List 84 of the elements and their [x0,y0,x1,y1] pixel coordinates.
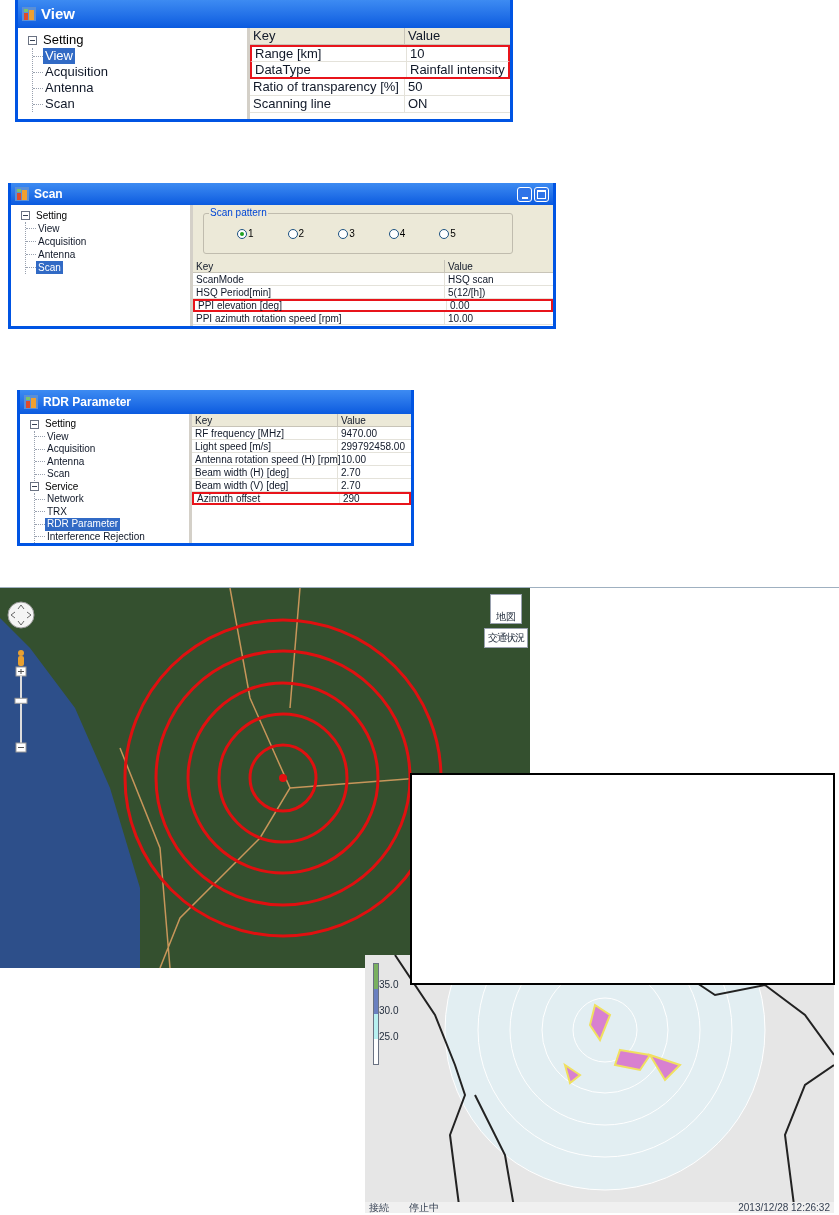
table-cell-text: Rainfall intensity [409,62,506,77]
tree-item[interactable]: Acquisition [45,443,98,456]
legend-label: 35.0 [379,979,399,991]
collapse-icon[interactable] [30,419,39,429]
table-cell-text: ON [407,96,429,112]
table-cell: Beam width (V) [deg] [192,479,338,491]
window-title: View [41,3,76,24]
table-cell: Scanning line [250,96,405,112]
table-cell: Light speed [m/s] [192,440,338,452]
tree-item[interactable]: Antenna [36,248,78,261]
timestamp: 2013/12/28 12:26:32 [738,1202,830,1213]
table-cell-text: 10.00 [447,312,475,324]
table-cell-text: 5(12/[h]) [447,286,487,298]
table-cell: Azimuth offset [194,494,340,503]
window-title: Scan [34,186,64,203]
zoom-in-button[interactable] [15,666,27,677]
table-cell: Beam width (H) [deg] [192,466,338,478]
column-header[interactable]: Key [250,28,405,44]
radio-option[interactable]: 1 [237,226,254,241]
status-text: 停止中 [409,1202,440,1213]
legend-label: 25.0 [379,1031,399,1043]
collapse-icon[interactable] [21,211,30,220]
zoom-slider-thumb[interactable] [14,697,28,704]
tree-item[interactable]: Acquisition [36,235,89,248]
group-label: Scan pattern [209,207,268,219]
zoom-out-button[interactable] [15,742,27,753]
table-cell: ScanMode [193,273,445,285]
table-cell-text: 10 [409,47,426,61]
column-header[interactable]: Value [338,414,411,426]
radio-option[interactable]: 5 [439,226,456,241]
map-type-button[interactable]: 地図 [490,594,522,624]
table-cell: Range [km] [252,47,407,61]
tree-item[interactable]: TRX [45,505,69,518]
tree-item[interactable]: View [45,430,71,443]
status-text: 接続 [369,1202,390,1213]
tree-item[interactable]: Antenna [43,80,96,96]
tree-item[interactable]: Setting [41,32,86,48]
legend-label: 30.0 [379,1005,399,1017]
table-cell: Ratio of transparency [%] [250,79,405,95]
tree-item[interactable]: View [43,48,75,64]
table-cell-text: 0.00 [449,301,471,310]
tree-item[interactable]: Scan [36,261,63,274]
traffic-button[interactable]: 交通状況 [484,628,528,648]
column-header[interactable]: Key [192,414,338,426]
tree-item[interactable]: Scan [45,468,72,481]
table-cell: HSQ Period[min] [193,286,445,298]
tree-item[interactable]: RDR Parameter [45,518,121,531]
app-icon [24,395,38,409]
table-cell-text: 9470.00 [340,427,379,439]
radio-option[interactable]: 2 [287,226,305,241]
table-cell: DataType [252,62,407,77]
tree-item[interactable]: Antenna [45,455,87,468]
maximize-icon[interactable] [534,186,549,202]
table-cell-text: 290 [342,494,361,503]
tree-item[interactable]: Setting [43,418,79,431]
tree-item[interactable]: View [36,222,62,235]
table-cell-text: HSQ scan [447,273,495,285]
radar-site-marker [279,774,287,782]
table-cell-text: 2.70 [340,466,362,478]
tree-item[interactable]: Setting [34,209,70,222]
table-cell: RF frequency [MHz] [192,427,338,439]
column-header[interactable]: Key [193,260,445,272]
table-cell: PPI azimuth rotation speed [rpm] [193,312,445,324]
window-title: RDR Parameter [43,394,133,411]
column-header[interactable]: Value [445,260,553,272]
collapse-icon[interactable] [28,35,37,45]
tree-item[interactable]: Interference Rejection [45,530,147,543]
app-icon [15,187,29,201]
minimize-icon[interactable] [517,186,532,202]
collapse-icon[interactable] [30,482,39,492]
app-icon [22,7,36,21]
table-cell-text: 50 [407,79,424,95]
tree-item[interactable]: Network [45,493,86,506]
pan-control-icon[interactable] [7,601,35,629]
pegman-icon[interactable] [18,650,24,666]
radio-option[interactable]: 3 [338,226,355,241]
table-cell-text: 299792458.00 [340,440,406,452]
column-header[interactable]: Value [405,28,510,44]
table-cell-text: 2.70 [340,479,362,491]
tree-item[interactable]: Acquisition [43,64,110,80]
tree-item[interactable]: Service [43,480,81,493]
table-cell: PPI elevation [deg] [195,301,447,310]
tree-item[interactable]: Scan [43,96,77,112]
radio-option[interactable]: 4 [388,226,406,241]
